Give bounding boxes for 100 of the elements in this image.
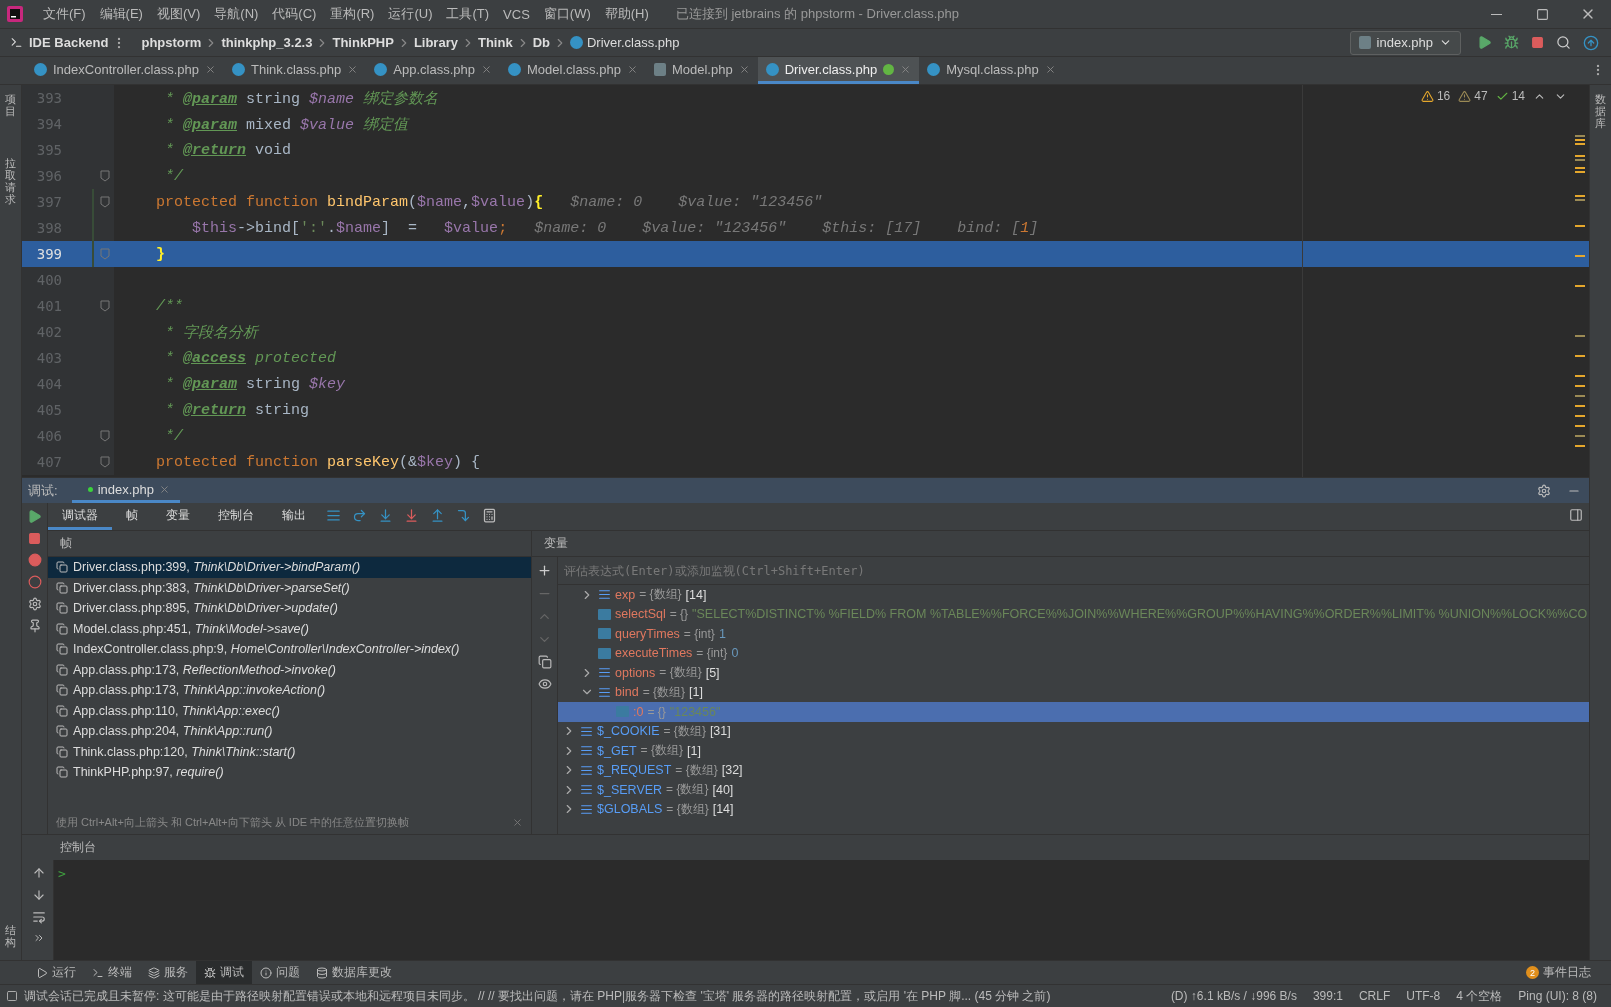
status-item[interactable]: CRLF — [1350, 989, 1399, 1003]
settings-icon[interactable] — [27, 597, 42, 611]
menu-item[interactable]: 窗口(W) — [536, 2, 598, 26]
fold-icon[interactable] — [100, 430, 110, 442]
run-to-cursor-icon[interactable] — [455, 507, 471, 523]
close-icon[interactable] — [481, 63, 492, 75]
side-tool-button[interactable]: 数据库 — [1595, 93, 1606, 130]
variable-row[interactable]: bind = {数组} [1] — [558, 682, 1589, 702]
close-icon[interactable] — [738, 63, 750, 75]
editor-tab[interactable]: IndexController.class.php — [26, 57, 224, 84]
stack-frame[interactable]: App.class.php:110, Think\App::exec() — [48, 700, 531, 721]
pin-icon[interactable] — [27, 619, 42, 633]
tool-window-button[interactable]: 终端 — [84, 961, 140, 984]
variable-row[interactable]: queryTimes = {int} 1 — [558, 624, 1589, 644]
arrow-up-circle-icon[interactable] — [1583, 34, 1599, 51]
stack-frame[interactable]: App.class.php:204, Think\App::run() — [48, 721, 531, 742]
stop-button[interactable] — [28, 532, 41, 545]
side-tool-button[interactable]: 结构 — [5, 923, 16, 948]
breadcrumb[interactable]: ThinkPHP — [329, 35, 397, 50]
status-item[interactable]: UTF-8 — [1398, 989, 1449, 1003]
stack-frame[interactable]: IndexController.class.php:9, Home\Controller\IndexController->index() — [48, 639, 531, 660]
settings-icon[interactable] — [1537, 483, 1551, 498]
debugger-tab[interactable]: 输出 — [268, 503, 320, 530]
close-icon[interactable] — [205, 63, 216, 75]
variable-row[interactable]: selectSql = {} "SELECT%DISTINCT% %FIELD% FROM %TABLE%%FORCE%%JOIN%%WHERE%%GROUP%%HAVING%%ORDER%%LIMIT% %UNION%%LOCK%%CO — [558, 604, 1589, 624]
close-icon[interactable] — [900, 63, 912, 75]
side-tool-button[interactable]: 拉取请求 — [5, 157, 16, 206]
menu-item[interactable]: VCS — [496, 2, 537, 26]
more-icon[interactable] — [32, 932, 45, 944]
wrap-icon[interactable] — [31, 910, 46, 924]
bug-icon[interactable] — [1504, 35, 1519, 50]
tool-window-button[interactable]: 数据库更改 — [308, 961, 400, 984]
fold-icon[interactable] — [100, 300, 110, 312]
menu-item[interactable]: 帮助(H) — [597, 2, 656, 26]
add-icon[interactable] — [537, 563, 552, 578]
stack-frame[interactable]: App.class.php:173, ReflectionMethod->invoke() — [48, 659, 531, 680]
inspection-count[interactable]: 14 — [1495, 89, 1525, 103]
copy-icon[interactable] — [537, 655, 552, 669]
stack-frame[interactable]: App.class.php:173, Think\App::invokeAction() — [48, 680, 531, 701]
inspection-count[interactable]: 47 — [1458, 89, 1488, 103]
fold-icon[interactable] — [100, 196, 110, 208]
tool-window-button[interactable]: 运行 — [28, 961, 84, 984]
menu-item[interactable]: 视图(V) — [149, 2, 208, 26]
tool-window-button[interactable]: 服务 — [140, 961, 196, 984]
close-icon[interactable] — [626, 63, 638, 75]
run-config-dropdown[interactable]: index.php — [1349, 30, 1461, 55]
debugger-tab[interactable]: 调试器 — [48, 503, 112, 530]
editor-tab[interactable]: Driver.class.php — [757, 57, 920, 84]
status-item[interactable]: 399:1 — [1304, 989, 1351, 1003]
run-icon[interactable] — [1477, 35, 1492, 50]
panel-icon[interactable] — [6, 990, 18, 1002]
debugger-tab[interactable]: 帧 — [112, 503, 152, 530]
variable-row[interactable]: $_COOKIE = {数组} [31] — [558, 721, 1589, 741]
variable-row[interactable]: $_REQUEST = {数组} [32] — [558, 760, 1589, 780]
close-icon[interactable] — [159, 483, 170, 495]
watch-icon[interactable] — [537, 677, 552, 691]
mute-breakpoints-icon[interactable] — [27, 575, 42, 589]
close-icon[interactable] — [1044, 63, 1056, 75]
breadcrumb[interactable]: Db — [529, 35, 553, 50]
status-item[interactable]: (D) ↑6.1 kB/s / ↓996 B/s — [1162, 989, 1305, 1003]
breadcrumb[interactable]: Driver.class.php — [566, 35, 683, 50]
layout-icon[interactable] — [1569, 508, 1583, 522]
stack-frame[interactable]: Think.class.php:120, Think\Think::start() — [48, 741, 531, 762]
close-icon[interactable] — [347, 63, 359, 75]
scroll-up-icon[interactable] — [31, 866, 46, 880]
variable-row[interactable]: options = {数组} [5] — [558, 663, 1589, 683]
menu-item[interactable]: 运行(U) — [381, 2, 440, 26]
session-tab[interactable]: index.php — [71, 478, 180, 503]
editor-tab[interactable]: Mysql.class.php — [919, 57, 1064, 84]
breadcrumb[interactable]: phpstorm — [138, 35, 205, 50]
stack-frame[interactable]: Driver.class.php:399, Think\Db\Driver->bindParam() — [48, 557, 531, 578]
menu-item[interactable]: 文件(F) — [36, 2, 93, 26]
breadcrumb[interactable]: Library — [410, 35, 461, 50]
stack-frame[interactable]: Driver.class.php:383, Think\Db\Driver->parseSet() — [48, 577, 531, 598]
menu-icon[interactable] — [325, 507, 341, 523]
variable-row[interactable]: executeTimes = {int} 0 — [558, 643, 1589, 663]
editor-tab[interactable]: Think.class.php — [224, 57, 367, 84]
menu-item[interactable]: 工具(T) — [439, 2, 497, 26]
status-item[interactable]: 4 个空格 — [1448, 987, 1511, 1005]
editor-tab[interactable]: App.class.php — [366, 57, 500, 84]
menu-item[interactable]: 编辑(E) — [92, 2, 150, 26]
calculator-icon[interactable] — [481, 507, 497, 523]
menu-item[interactable]: 代码(C) — [265, 2, 324, 26]
variable-row[interactable]: exp = {数组} [14] — [558, 585, 1589, 605]
stack-frame[interactable]: Driver.class.php:895, Think\Db\Driver->update() — [48, 598, 531, 619]
variable-row[interactable]: $_SERVER = {数组} [40] — [558, 780, 1589, 800]
status-item[interactable]: Ping (UI): 8 (8) — [1510, 989, 1605, 1003]
stack-frame[interactable]: ThinkPHP.php:97, require() — [48, 762, 531, 783]
stop-icon[interactable] — [1531, 36, 1544, 49]
debugger-tab[interactable]: 变量 — [152, 503, 204, 530]
stack-frame[interactable]: Model.class.php:451, Think\Model->save() — [48, 618, 531, 639]
resume-button[interactable] — [27, 509, 42, 524]
menu-item[interactable]: 重构(R) — [323, 2, 382, 26]
step-over-icon[interactable] — [351, 507, 367, 523]
fold-icon[interactable] — [100, 170, 110, 182]
tool-window-button[interactable]: 调试 — [196, 961, 252, 984]
editor-tab[interactable]: Model.php — [645, 57, 758, 84]
fold-icon[interactable] — [100, 456, 110, 468]
close-icon[interactable] — [512, 816, 523, 828]
debugger-tab[interactable]: 控制台 — [204, 503, 268, 530]
